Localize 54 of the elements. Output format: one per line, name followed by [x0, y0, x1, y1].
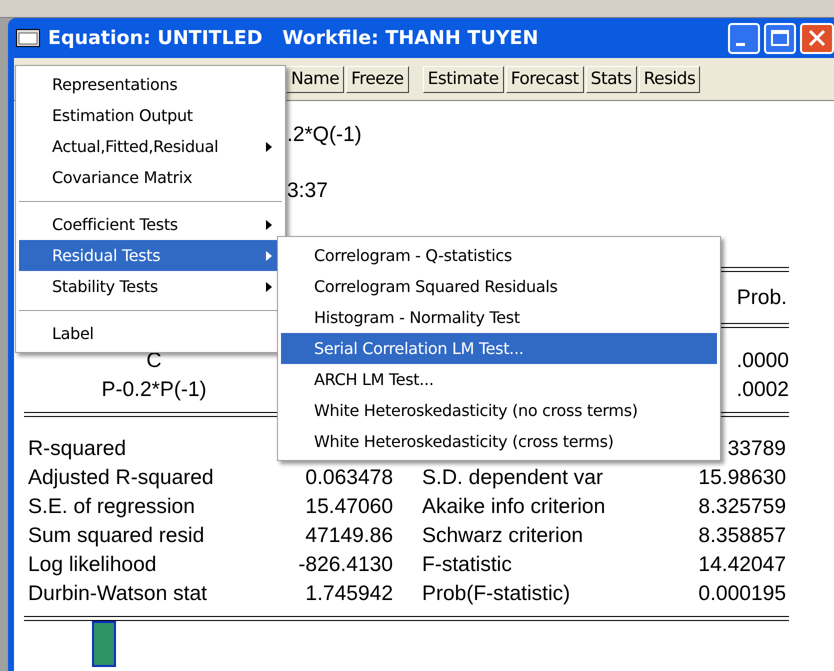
- table-cell: Prob(F-statistic): [422, 582, 570, 605]
- table-cell: Durbin-Watson stat: [28, 582, 207, 605]
- toolbar-button[interactable]: Stats: [586, 66, 637, 92]
- table-cell-text: .0000: [735, 348, 789, 374]
- table-cell: 15.47060: [305, 494, 393, 518]
- table-cell: Adjusted R-squared: [28, 466, 214, 489]
- table-cell: 0.000195: [698, 582, 786, 605]
- toolbar-button[interactable]: Name: [286, 66, 344, 92]
- menu-item[interactable]: Covariance Matrix: [19, 162, 282, 193]
- menu-item[interactable]: Histogram - Normality Test: [281, 302, 717, 333]
- column-header: Prob.: [736, 284, 788, 311]
- output-line: .2*Q(-1): [287, 122, 363, 148]
- menu-item[interactable]: Correlogram - Q-statistics: [281, 240, 717, 271]
- table-cell: Schwarz criterion: [422, 524, 584, 547]
- toolbar-button[interactable]: Freeze: [346, 66, 409, 92]
- menu-item[interactable]: White Heteroskedasticity (no cross terms): [281, 395, 717, 426]
- table-cell: 8.325759: [698, 494, 786, 518]
- table-cell-text: P-0.2*P(-1): [100, 376, 208, 403]
- scroll-thumb[interactable]: [92, 621, 116, 667]
- menu-item[interactable]: Serial Correlation LM Test...: [281, 333, 717, 364]
- table-cell: 1.745942: [305, 582, 393, 605]
- minimize-button[interactable]: [728, 22, 760, 54]
- table-cell: 8.358857: [698, 524, 786, 547]
- table-cell-text: C: [145, 348, 163, 374]
- table-cell: 0.063478: [305, 466, 393, 489]
- toolbar-button[interactable]: Resids: [638, 66, 700, 92]
- menu-item[interactable]: Actual,Fitted,Residual: [19, 131, 282, 162]
- table-cell: Log likelihood: [28, 552, 156, 576]
- toolbar-button[interactable]: Estimate: [422, 66, 504, 92]
- table-cell: S.E. of regression: [28, 494, 195, 518]
- menu-item[interactable]: Correlogram Squared Residuals: [281, 271, 717, 302]
- table-cell: -826.4130: [298, 552, 393, 576]
- close-icon: [808, 29, 826, 47]
- close-button[interactable]: [800, 22, 834, 54]
- output-line: 3:37: [287, 178, 329, 204]
- table-cell: 14.42047: [698, 552, 786, 576]
- menu-item[interactable]: ARCH LM Test...: [281, 364, 717, 395]
- table-cell: F-statistic: [422, 552, 512, 576]
- toolbar-button[interactable]: Forecast: [506, 66, 584, 92]
- table-cell: 15.98630: [698, 466, 786, 489]
- table-cell: Akaike info criterion: [422, 494, 606, 518]
- menu-item[interactable]: Representations: [19, 69, 282, 100]
- window-title: Equation: UNTITLED Workfile: THANH TUYEN: [48, 26, 540, 51]
- maximize-button[interactable]: [764, 22, 796, 54]
- table-cell-text: .0002: [735, 376, 789, 403]
- menu-item[interactable]: Coefficient Tests: [19, 209, 282, 240]
- table-cell: 47149.86: [305, 524, 393, 547]
- table-cell: R-squared: [28, 436, 126, 460]
- table-cell: Sum squared resid: [28, 524, 204, 547]
- table-cell: 33789: [728, 436, 786, 460]
- menu-item[interactable]: White Heteroskedasticity (cross terms): [281, 426, 717, 457]
- window-icon: [16, 29, 40, 47]
- table-cell: S.D. dependent var: [422, 466, 603, 489]
- menu-item[interactable]: Estimation Output: [19, 100, 282, 131]
